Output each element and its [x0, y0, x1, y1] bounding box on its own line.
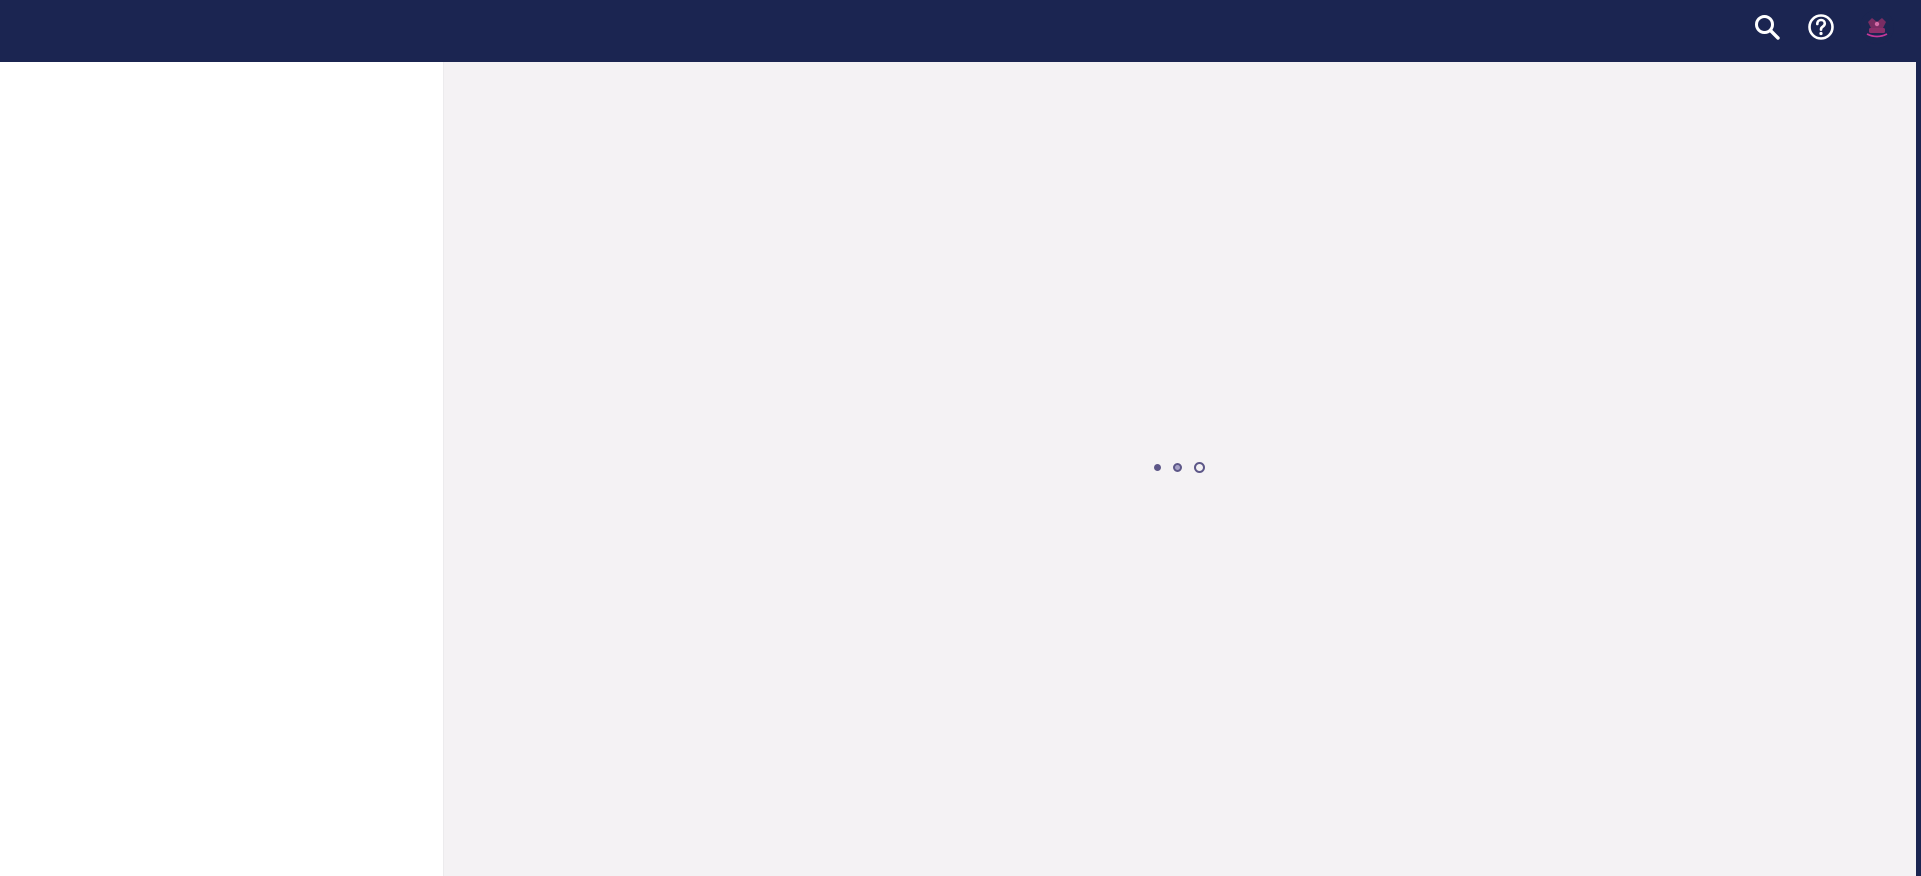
search-icon [1755, 15, 1780, 40]
window-right-edge [1916, 62, 1921, 876]
user-avatar-button[interactable] [1859, 9, 1895, 45]
loading-indicator [1154, 462, 1205, 473]
loading-dot-3 [1194, 462, 1205, 473]
help-button[interactable] [1805, 11, 1837, 43]
sidebar-panel [0, 62, 444, 876]
loading-dot-2 [1173, 463, 1182, 472]
search-button[interactable] [1751, 11, 1783, 43]
topbar-actions [1751, 9, 1895, 45]
loading-dot-1 [1154, 464, 1161, 471]
avatar-icon [1860, 10, 1894, 44]
help-icon [1808, 14, 1834, 40]
top-navigation-bar [0, 0, 1921, 62]
app-window [0, 0, 1921, 876]
